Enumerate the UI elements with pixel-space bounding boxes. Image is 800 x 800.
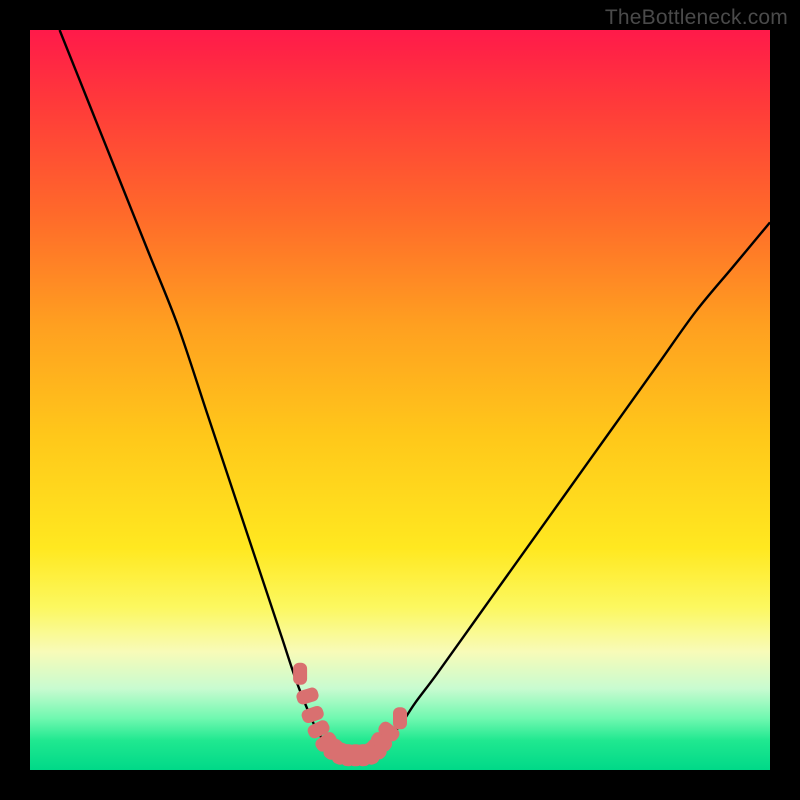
highlight-marker — [393, 707, 407, 729]
left-curve — [60, 30, 341, 755]
curves-svg — [30, 30, 770, 770]
highlight-marker — [293, 663, 307, 685]
plot-area — [30, 30, 770, 770]
right-curve — [370, 222, 770, 755]
chart-container: TheBottleneck.com — [0, 0, 800, 800]
watermark-text: TheBottleneck.com — [605, 6, 788, 30]
